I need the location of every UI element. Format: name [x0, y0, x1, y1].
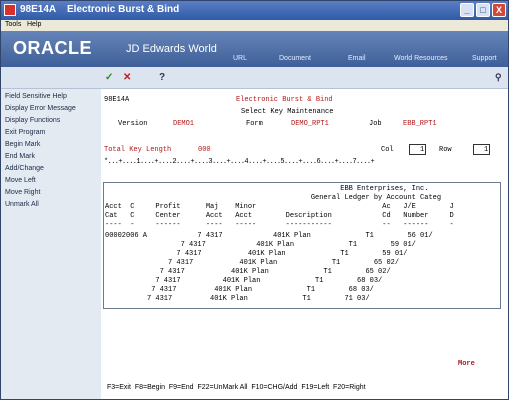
cancel-icon[interactable]: ✕: [123, 72, 131, 83]
report-line: 00002006 A 7 4317 401K Plan T1 56 01/: [105, 232, 433, 240]
link-support[interactable]: Support: [472, 55, 497, 62]
menu-item-move-left[interactable]: Move Left: [5, 177, 36, 184]
screen-heading: Electronic Burst & Bind: [236, 96, 333, 104]
function-keys: F3=Exit F8=Begin F9=End F22=UnMark All F…: [107, 384, 366, 391]
window-program-id: 98E14A: [20, 4, 57, 15]
col-input-value: 1: [420, 146, 425, 154]
row-input-value: 1: [484, 146, 489, 154]
product-name: JD Edwards World: [126, 43, 217, 55]
maximize-button[interactable]: □: [476, 3, 490, 17]
toolbar: ✓ ✕ ? ⚲: [1, 67, 508, 89]
report-line: 7 4317 401K Plan T1 68 03/: [105, 286, 374, 294]
menu-item-display-error[interactable]: Display Error Message: [5, 105, 76, 112]
app-window: 98E14A Electronic Burst & Bind _ □ X Too…: [0, 0, 509, 400]
report-line: Cat C Center Acct Acct Description Cd Nu…: [105, 212, 454, 220]
menu-item-display-functions[interactable]: Display Functions: [5, 117, 60, 124]
oracle-banner: ORACLE JD Edwards World URL Document Ema…: [1, 31, 508, 67]
report-line: 7 4317 401K Plan T1 71 03/: [105, 295, 370, 303]
menu-item-unmark-all[interactable]: Unmark All: [5, 201, 39, 208]
link-email[interactable]: Email: [348, 55, 366, 62]
menu-help[interactable]: Help: [27, 21, 41, 28]
window-title: Electronic Burst & Bind: [67, 4, 180, 15]
link-url[interactable]: URL: [233, 55, 247, 62]
report-line: 7 4317 401K Plan T1 68 03/: [105, 277, 383, 285]
screen-subheading: Select Key Maintenance: [241, 108, 334, 116]
total-key-value: 000: [198, 146, 211, 154]
menu-bar: Tools Help: [1, 20, 508, 31]
report-line: EBB Enterprises, Inc.: [105, 185, 429, 193]
menu-tools[interactable]: Tools: [5, 21, 21, 28]
version-label: Version: [118, 120, 148, 128]
menu-item-begin-mark[interactable]: Begin Mark: [5, 141, 40, 148]
report-line: General Ledger by Account Categ: [105, 194, 442, 202]
form-label: Form: [246, 120, 263, 128]
report-line: Acct C Profit Maj Minor Ac J/E J: [105, 203, 454, 211]
version-value: DEMO1: [173, 120, 195, 128]
total-key-label: Total Key Length: [104, 146, 172, 154]
col-label: Col: [381, 146, 394, 154]
minimize-button[interactable]: _: [460, 3, 474, 17]
menu-item-move-right[interactable]: Move Right: [5, 189, 40, 196]
report-line: 7 4317 401K Plan T1 65 02/: [105, 268, 391, 276]
row-input[interactable]: 1: [473, 144, 490, 155]
function-menu: Field Sensitive Help Display Error Messa…: [1, 89, 101, 399]
menu-item-field-help[interactable]: Field Sensitive Help: [5, 93, 67, 100]
report-preview[interactable]: EBB Enterprises, Inc. General Ledger by …: [103, 182, 501, 309]
link-world-resources[interactable]: World Resources: [394, 55, 448, 62]
search-icon[interactable]: ⚲: [495, 72, 502, 83]
program-id: 98E14A: [104, 96, 130, 104]
help-icon[interactable]: ?: [159, 72, 165, 83]
col-input[interactable]: 1: [409, 144, 426, 155]
report-line: 7 4317 401K Plan T1 59 01/: [105, 250, 408, 258]
job-label: Job: [369, 120, 382, 128]
link-document[interactable]: Document: [279, 55, 311, 62]
report-line: 7 4317 401K Plan T1 65 02/: [105, 259, 400, 267]
ok-icon[interactable]: ✓: [105, 72, 113, 83]
report-line: 7 4317 401K Plan T1 59 01/: [105, 241, 416, 249]
green-screen-form: 98E14A Electronic Burst & Bind Select Ke…: [101, 89, 508, 399]
oracle-logo: ORACLE: [13, 38, 92, 58]
more-indicator: More: [458, 360, 475, 368]
close-button[interactable]: X: [492, 3, 506, 17]
column-ruler: *...+....1....+....2....+....3....+....4…: [104, 158, 375, 166]
form-value: DEMO_RPT1: [291, 120, 329, 128]
menu-item-exit[interactable]: Exit Program: [5, 129, 45, 136]
menu-item-end-mark[interactable]: End Mark: [5, 153, 35, 160]
report-line: ---- - ------ ---- ----- ----------- -- …: [105, 221, 454, 229]
app-icon: [4, 4, 16, 16]
row-label: Row: [439, 146, 452, 154]
title-bar: 98E14A Electronic Burst & Bind _ □ X: [1, 1, 508, 20]
menu-item-add-change[interactable]: Add/Change: [5, 165, 44, 172]
job-value: EBB_RPT1: [403, 120, 437, 128]
